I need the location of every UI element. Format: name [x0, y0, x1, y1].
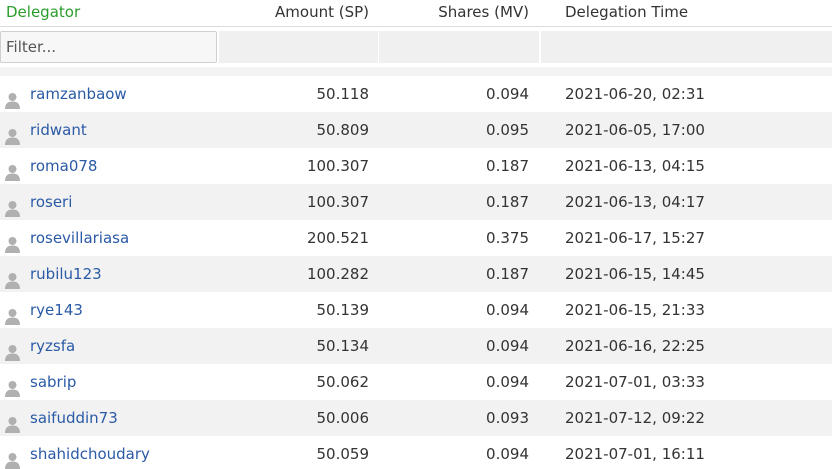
- user-icon: [4, 158, 21, 181]
- amount-cell: 50.809: [316, 121, 370, 139]
- delegation-time-cell: 2021-07-01, 16:11: [565, 445, 705, 463]
- column-header-shares[interactable]: Shares (MV): [379, 0, 529, 26]
- shares-cell: 0.375: [486, 229, 529, 247]
- delegation-time-cell: 2021-06-05, 17:00: [565, 121, 705, 139]
- amount-cell: 50.059: [316, 445, 370, 463]
- user-icon: [4, 374, 21, 397]
- table-body: ramzanbaow 50.118 0.094 2021-06-20, 02:31 ri…: [0, 76, 832, 469]
- user-icon: [4, 410, 21, 433]
- column-header-delegation-time[interactable]: Delegation Time: [565, 0, 825, 26]
- shares-cell: 0.093: [486, 409, 529, 427]
- user-icon: [4, 338, 21, 361]
- delegation-time-cell: 2021-07-01, 03:33: [565, 373, 705, 391]
- delegator-link[interactable]: shahidchoudary: [30, 436, 218, 469]
- shares-cell: 0.095: [486, 121, 529, 139]
- user-icon: [4, 266, 21, 289]
- amount-cell: 100.307: [306, 193, 369, 211]
- column-header-amount[interactable]: Amount (SP): [219, 0, 369, 26]
- delegator-link[interactable]: roma078: [30, 148, 218, 184]
- table-row: sabrip 50.062 0.094 2021-07-01, 03:33: [0, 364, 832, 400]
- shares-cell: 0.187: [486, 265, 529, 283]
- table-row: roseri 100.307 0.187 2021-06-13, 04:17: [0, 184, 832, 220]
- table-row: shahidchoudary 50.059 0.094 2021-07-01, 16:…: [0, 436, 832, 469]
- delegation-time-cell: 2021-06-15, 21:33: [565, 301, 705, 319]
- user-icon: [4, 86, 21, 109]
- table-row: ramzanbaow 50.118 0.094 2021-06-20, 02:31: [0, 76, 832, 112]
- table-row: rye143 50.139 0.094 2021-06-15, 21:33: [0, 292, 832, 328]
- table-row: ridwant 50.809 0.095 2021-06-05, 17:00: [0, 112, 832, 148]
- amount-cell: 50.118: [316, 85, 370, 103]
- delegation-time-cell: 2021-06-13, 04:15: [565, 157, 705, 175]
- amount-cell: 50.006: [316, 409, 370, 427]
- table-row: saifuddin73 50.006 0.093 2021-07-12, 09:22: [0, 400, 832, 436]
- delegator-link[interactable]: ridwant: [30, 112, 218, 148]
- delegation-time-cell: 2021-06-16, 22:25: [565, 337, 705, 355]
- delegator-link[interactable]: ramzanbaow: [30, 76, 218, 112]
- user-icon: [4, 230, 21, 253]
- delegator-link[interactable]: rubilu123: [30, 256, 218, 292]
- shares-cell: 0.187: [486, 157, 529, 175]
- delegation-time-cell: 2021-06-13, 04:17: [565, 193, 705, 211]
- amount-cell: 50.139: [316, 301, 370, 319]
- shares-cell: 0.187: [486, 193, 529, 211]
- table-row: ryzsfa 50.134 0.094 2021-06-16, 22:25: [0, 328, 832, 364]
- table-row: rubilu123 100.282 0.187 2021-06-15, 14:45: [0, 256, 832, 292]
- user-icon: [4, 302, 21, 325]
- column-header-delegator[interactable]: Delegator: [6, 0, 218, 26]
- amount-cell: 100.282: [306, 265, 369, 283]
- filter-cell-shares: [379, 31, 539, 63]
- delegation-time-cell: 2021-06-15, 14:45: [565, 265, 705, 283]
- header-divider: [0, 67, 832, 76]
- delegator-link[interactable]: saifuddin73: [30, 400, 218, 436]
- user-icon: [4, 446, 21, 469]
- shares-cell: 0.094: [486, 85, 529, 103]
- delegation-time-cell: 2021-06-17, 15:27: [565, 229, 705, 247]
- shares-cell: 0.094: [486, 337, 529, 355]
- table-header: Delegator Amount (SP) Shares (MV) Delega…: [0, 0, 832, 27]
- shares-cell: 0.094: [486, 301, 529, 319]
- user-icon: [4, 194, 21, 217]
- amount-cell: 200.521: [306, 229, 369, 247]
- delegations-table: Delegator Amount (SP) Shares (MV) Delega…: [0, 0, 832, 469]
- delegation-time-cell: 2021-06-20, 02:31: [565, 85, 705, 103]
- shares-cell: 0.094: [486, 373, 529, 391]
- filter-row: [0, 27, 832, 67]
- shares-cell: 0.094: [486, 445, 529, 463]
- delegator-link[interactable]: sabrip: [30, 364, 218, 400]
- amount-cell: 50.062: [316, 373, 370, 391]
- delegator-link[interactable]: rosevillariasa: [30, 220, 218, 256]
- filter-cell-amount: [219, 31, 378, 63]
- amount-cell: 50.134: [316, 337, 370, 355]
- user-icon: [4, 122, 21, 145]
- delegator-link[interactable]: ryzsfa: [30, 328, 218, 364]
- filter-input[interactable]: [0, 31, 217, 63]
- delegator-link[interactable]: roseri: [30, 184, 218, 220]
- delegation-time-cell: 2021-07-12, 09:22: [565, 409, 705, 427]
- delegator-link[interactable]: rye143: [30, 292, 218, 328]
- table-row: roma078 100.307 0.187 2021-06-13, 04:15: [0, 148, 832, 184]
- amount-cell: 100.307: [306, 157, 369, 175]
- filter-cell-time: [541, 31, 832, 63]
- table-row: rosevillariasa 200.521 0.375 2021-06-17, 15…: [0, 220, 832, 256]
